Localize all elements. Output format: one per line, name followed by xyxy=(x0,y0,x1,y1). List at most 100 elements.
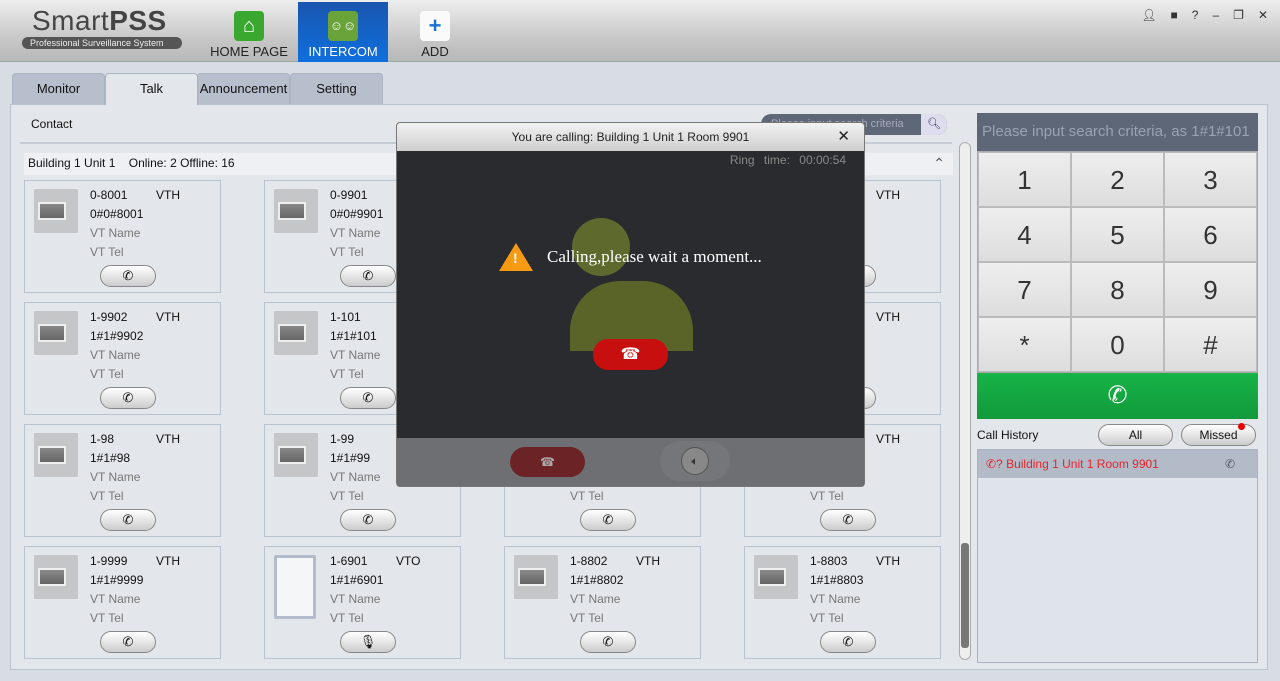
device-address: 1#1#98 xyxy=(90,451,131,465)
call-history-title: Call History xyxy=(977,428,1039,442)
dial-button[interactable]: ✆ xyxy=(977,373,1258,419)
talk-button[interactable]: 🎙︎ xyxy=(340,631,396,653)
minimize-icon[interactable]: – xyxy=(1212,8,1219,22)
device-type: VTH xyxy=(876,188,900,202)
chevron-up-icon[interactable]: ⌃ xyxy=(933,153,945,173)
phone-icon: ✆ xyxy=(362,512,374,527)
device-name: VT Name xyxy=(330,348,381,362)
dialpad-key[interactable]: 9 xyxy=(1164,262,1257,317)
tab-announcement[interactable]: Announcement xyxy=(197,73,290,104)
nav-intercom[interactable]: ☺☺ INTERCOM xyxy=(298,2,388,62)
call-button[interactable]: ✆ xyxy=(100,387,156,409)
indoor-monitor-icon xyxy=(34,433,78,477)
device-id: 1-8802 xyxy=(570,554,608,568)
plus-icon: + xyxy=(420,11,450,41)
device-address: 1#1#99 xyxy=(330,451,371,465)
indoor-monitor-icon xyxy=(754,555,798,599)
call-button[interactable]: ✆ xyxy=(820,631,876,653)
speaker-icon[interactable]: 🔈︎ xyxy=(681,447,709,475)
call-button[interactable]: ✆ xyxy=(340,265,396,287)
restore-icon[interactable]: ❐ xyxy=(1233,8,1244,22)
lock-icon[interactable]: ■ xyxy=(1171,8,1178,22)
device-id: 0-9901 xyxy=(330,188,368,202)
indoor-monitor-icon xyxy=(274,311,318,355)
indoor-monitor-icon xyxy=(34,555,78,599)
missed-call-icon: ✆? xyxy=(986,457,1003,471)
call-button[interactable]: ✆ xyxy=(100,631,156,653)
phone-icon: ✆ xyxy=(842,634,854,649)
indoor-monitor-icon xyxy=(274,433,318,477)
nav-home-page[interactable]: ⌂ HOME PAGE xyxy=(204,2,294,62)
help-icon[interactable]: ? xyxy=(1192,8,1199,22)
device-type: VTH xyxy=(636,554,660,568)
filter-missed-button[interactable]: Missed xyxy=(1181,423,1256,446)
device-address: 1#1#101 xyxy=(330,329,377,343)
device-id: 1-8803 xyxy=(810,554,848,568)
tab-monitor[interactable]: Monitor xyxy=(12,73,105,104)
device-id: 1-9902 xyxy=(90,310,128,324)
device-tel: VT Tel xyxy=(90,489,124,503)
device-tel: VT Tel xyxy=(570,611,604,625)
dialpad-key[interactable]: 7 xyxy=(978,262,1071,317)
call-button[interactable]: ✆ xyxy=(580,509,636,531)
dialpad-key[interactable]: 3 xyxy=(1164,152,1257,207)
tab-setting[interactable]: Setting xyxy=(290,73,383,104)
user-icon[interactable]: 👤︎ xyxy=(1141,8,1156,22)
dialpad-key[interactable]: 5 xyxy=(1071,207,1164,262)
filter-all-button[interactable]: All xyxy=(1098,424,1173,446)
call-button[interactable]: ✆ xyxy=(580,631,636,653)
dialpad-key[interactable]: * xyxy=(978,317,1071,372)
search-icon[interactable]: 🔍︎ xyxy=(921,114,947,135)
phone-icon: ✆ xyxy=(602,512,614,527)
call-button[interactable]: ✆ xyxy=(100,265,156,287)
device-type: VTH xyxy=(876,554,900,568)
device-address: 1#1#9902 xyxy=(90,329,144,343)
warning-icon: ! xyxy=(499,243,533,271)
calling-message: Calling,please wait a moment... xyxy=(547,247,762,266)
dialpad-key[interactable]: 1 xyxy=(978,152,1071,207)
dialpad-key[interactable]: 4 xyxy=(978,207,1071,262)
device-name: VT Name xyxy=(90,592,141,606)
hang-up-icon: ☎ xyxy=(620,346,641,363)
contact-title: Contact xyxy=(31,117,73,131)
scrollbar[interactable] xyxy=(959,142,971,660)
device-name: VT Name xyxy=(330,470,381,484)
device-name: VT Name xyxy=(810,592,861,606)
device-address: 1#1#8802 xyxy=(570,573,624,587)
call-button[interactable]: ✆ xyxy=(100,509,156,531)
device-tel: VT Tel xyxy=(90,367,124,381)
close-icon[interactable]: ✕ xyxy=(837,123,850,151)
phone-icon[interactable]: ✆ xyxy=(1225,450,1235,478)
call-button[interactable]: ✆ xyxy=(340,509,396,531)
microphone-icon: 🎙︎ xyxy=(359,634,377,649)
nav-add[interactable]: + ADD xyxy=(390,2,480,62)
phone-icon: ✆ xyxy=(122,634,134,649)
dialpad-input[interactable]: Please input search criteria, as 1#1#101 xyxy=(977,113,1258,151)
call-button[interactable]: ✆ xyxy=(820,509,876,531)
contact-card: 1-9999 VTH 1#1#9999 VT Name VT Tel ✆ xyxy=(24,546,221,659)
phone-icon: ✆ xyxy=(122,512,134,527)
call-button[interactable]: ✆ xyxy=(340,387,396,409)
phone-icon: ✆ xyxy=(362,390,374,405)
title-bar: SmartPSS Professional Surveillance Syste… xyxy=(0,0,1280,62)
call-history-list: ✆? Building 1 Unit 1 Room 9901 ✆ xyxy=(977,449,1258,663)
indoor-monitor-icon xyxy=(514,555,558,599)
dialpad-key[interactable]: # xyxy=(1164,317,1257,372)
device-name: VT Name xyxy=(90,348,141,362)
home-icon: ⌂ xyxy=(234,11,264,41)
tab-talk[interactable]: Talk xyxy=(105,73,198,105)
dialpad-key[interactable]: 6 xyxy=(1164,207,1257,262)
history-item[interactable]: ✆? Building 1 Unit 1 Room 9901 ✆ xyxy=(978,450,1257,478)
close-icon[interactable]: ✕ xyxy=(1258,8,1268,22)
hang-up-button[interactable]: ☎ xyxy=(593,339,668,370)
device-type: VTH xyxy=(156,432,180,446)
dialpad-key[interactable]: 2 xyxy=(1071,152,1164,207)
dialpad-key[interactable]: 8 xyxy=(1071,262,1164,317)
contact-card: 1-98 VTH 1#1#98 VT Name VT Tel ✆ xyxy=(24,424,221,537)
device-address: 0#0#8001 xyxy=(90,207,144,221)
device-id: 0-8001 xyxy=(90,188,128,202)
indoor-monitor-icon xyxy=(34,189,78,233)
dialpad-key[interactable]: 0 xyxy=(1071,317,1164,372)
device-type: VTO xyxy=(396,554,421,568)
hang-up-button-bottom[interactable]: ☎ xyxy=(510,447,585,477)
